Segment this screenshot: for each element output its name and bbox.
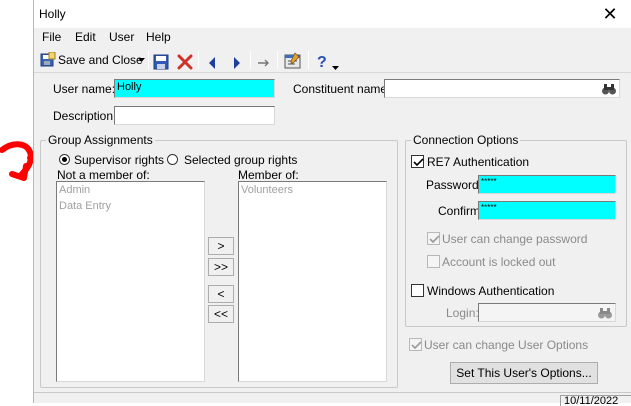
goto-arrow-icon[interactable]	[257, 53, 271, 73]
user-window: Holly ✕ File Edit User Help Save and Clo…	[33, 0, 631, 406]
re7-authentication-checkbox[interactable]	[411, 155, 424, 168]
menu-edit[interactable]: Edit	[75, 30, 96, 44]
member-of-list[interactable]: Volunteers	[238, 181, 387, 382]
binoculars-search-icon[interactable]	[601, 81, 617, 97]
supervisor-rights-radio[interactable]	[59, 154, 70, 165]
toolbar-separator	[308, 51, 309, 69]
status-bar: 10/11/2022	[34, 392, 631, 406]
user-name-field[interactable]: Holly	[114, 79, 275, 98]
not-member-list[interactable]: Admin Data Entry	[56, 181, 205, 382]
save-disk-icon[interactable]	[153, 52, 169, 72]
remove-member-button[interactable]: <	[208, 285, 234, 303]
user-can-change-options-checkbox[interactable]	[409, 338, 422, 351]
connection-options-title: Connection Options	[411, 133, 521, 147]
description-field[interactable]	[114, 106, 275, 125]
toolbar: Save and Close ?	[34, 47, 631, 73]
help-dropdown-icon[interactable]	[332, 58, 339, 78]
login-field[interactable]	[478, 303, 616, 322]
remove-all-members-button[interactable]: <<	[208, 305, 234, 323]
list-item[interactable]: Admin	[57, 182, 204, 198]
toolbar-separator	[277, 51, 278, 69]
login-label: Login:	[446, 306, 479, 320]
user-can-change-password-label: User can change password	[442, 232, 588, 246]
confirm-label: Confirm:	[438, 204, 484, 218]
binoculars-search-icon[interactable]	[597, 305, 613, 321]
constituent-name-field[interactable]	[384, 79, 620, 98]
selected-group-rights-radio[interactable]	[167, 154, 178, 165]
add-all-members-button[interactable]: >>	[208, 258, 234, 276]
checkmark-icon	[413, 158, 424, 167]
delete-x-icon[interactable]	[177, 52, 193, 72]
re7-authentication-label: RE7 Authentication	[427, 155, 530, 169]
constituent-name-label: Constituent name:	[293, 82, 391, 96]
status-date: 10/11/2022	[560, 395, 631, 406]
description-label: Description:	[53, 109, 117, 123]
menu-bar: File Edit User Help	[34, 28, 631, 47]
group-assignments-title: Group Assignments	[46, 133, 155, 147]
menu-user[interactable]: User	[109, 30, 134, 44]
member-of-label: Member of:	[238, 168, 299, 182]
menu-file[interactable]: File	[42, 30, 61, 44]
toolbar-separator	[148, 51, 149, 69]
selected-group-rights-label: Selected group rights	[184, 153, 298, 167]
add-member-button[interactable]: >	[208, 237, 234, 255]
not-member-label: Not a member of:	[57, 168, 150, 182]
password-field[interactable]: *****	[478, 175, 616, 194]
close-icon[interactable]: ✕	[600, 4, 620, 24]
previous-arrow-icon[interactable]	[207, 53, 217, 73]
save-and-close-label: Save and Close	[58, 53, 143, 67]
title-bar: Holly ✕	[34, 0, 631, 28]
windows-authentication-checkbox[interactable]	[411, 284, 424, 297]
account-locked-out-label: Account is locked out	[442, 255, 556, 269]
menu-help[interactable]: Help	[146, 30, 171, 44]
checkmark-icon	[411, 341, 422, 350]
list-item[interactable]: Volunteers	[239, 182, 386, 198]
help-icon[interactable]: ?	[315, 51, 329, 71]
windows-authentication-label: Windows Authentication	[427, 284, 555, 298]
properties-icon[interactable]	[284, 51, 302, 71]
dropdown-arrow-icon[interactable]	[138, 58, 145, 62]
confirm-field[interactable]: *****	[478, 201, 616, 220]
save-and-close-icon	[40, 52, 56, 67]
user-can-change-options-label: User can change User Options	[424, 338, 589, 352]
window-title: Holly	[39, 7, 66, 21]
list-item[interactable]: Data Entry	[57, 198, 204, 214]
toolbar-separator	[198, 51, 199, 69]
password-label: Password:	[426, 178, 483, 192]
account-locked-out-checkbox[interactable]	[427, 255, 440, 268]
svg-text:?: ?	[317, 54, 327, 71]
checkmark-icon	[429, 235, 440, 244]
save-and-close-button[interactable]: Save and Close	[39, 50, 145, 70]
toolbar-separator	[250, 51, 251, 69]
user-can-change-password-checkbox[interactable]	[427, 232, 440, 245]
supervisor-rights-label: Supervisor rights	[74, 153, 165, 167]
set-user-options-button[interactable]: Set This User's Options...	[450, 362, 598, 384]
user-name-label: User name:	[53, 82, 116, 96]
next-arrow-icon[interactable]	[232, 53, 242, 73]
